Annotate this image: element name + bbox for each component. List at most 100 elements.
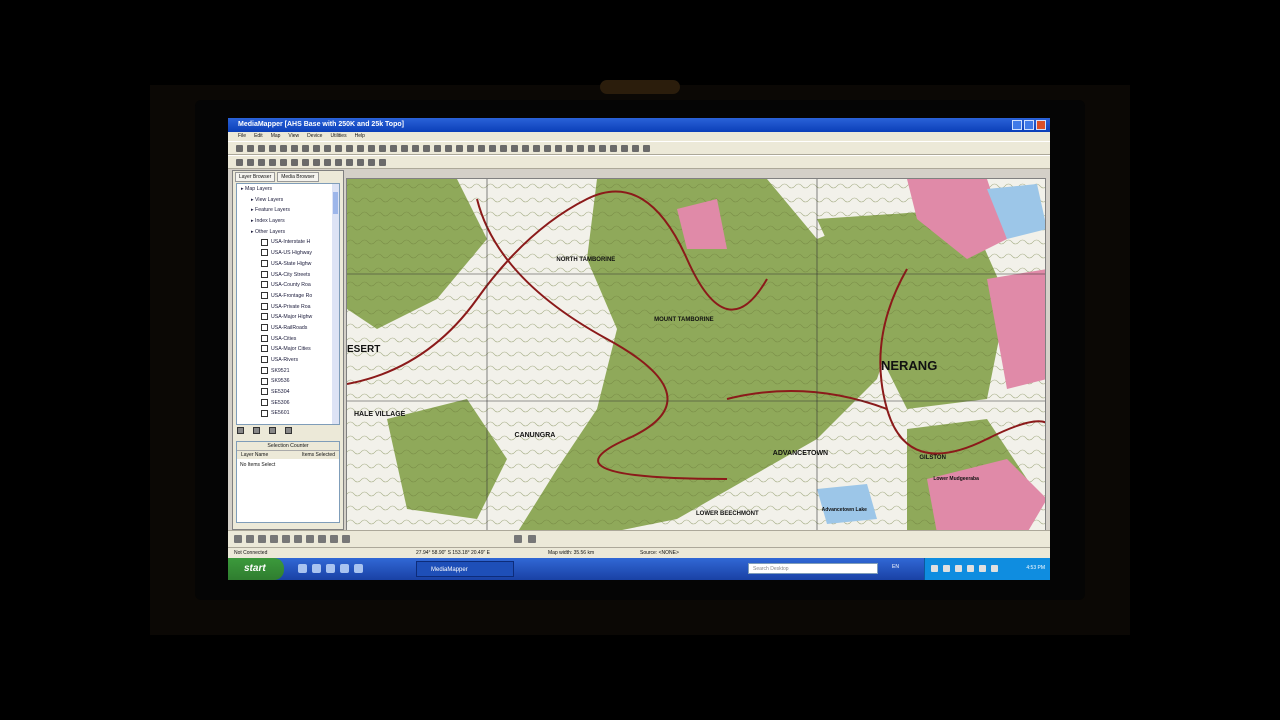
layer-item[interactable]: USA-State Highw <box>237 259 339 270</box>
layer-item[interactable]: USA-Major Cities <box>237 344 339 355</box>
layer-checkbox[interactable] <box>261 249 268 257</box>
tray-icon[interactable] <box>991 565 998 572</box>
toolbar-tool-icon[interactable] <box>511 145 518 152</box>
toolbar-tool-icon[interactable] <box>544 145 551 152</box>
layer-item[interactable]: SK9521 <box>237 366 339 377</box>
layer-item[interactable]: ▸ Feature Layers <box>237 205 339 216</box>
layer-checkbox[interactable] <box>261 388 268 396</box>
column-layer-name[interactable]: Layer Name <box>241 451 268 459</box>
layer-checkbox[interactable] <box>261 238 268 246</box>
layer-item[interactable]: USA-Interstate H <box>237 237 339 248</box>
start-button[interactable]: start <box>228 558 284 580</box>
layer-item[interactable]: USA-Frontage Ro <box>237 291 339 302</box>
close-button[interactable] <box>1036 120 1046 130</box>
menu-item-utilities[interactable]: Utilities <box>330 132 346 141</box>
toolbar-tool-icon[interactable] <box>434 145 441 152</box>
toolbar-tool-icon[interactable] <box>247 145 254 152</box>
tab-media-browser[interactable]: Media Browser <box>277 172 319 182</box>
toolbar-tool-icon[interactable] <box>324 159 331 166</box>
toolbar-tool-icon[interactable] <box>236 145 243 152</box>
toolbar-tool-icon[interactable] <box>247 159 254 166</box>
toolbar-tool-icon[interactable] <box>588 145 595 152</box>
toolbar-tool-icon[interactable] <box>357 145 364 152</box>
toolbar-tool-icon[interactable] <box>599 145 606 152</box>
toolbar-tool-icon[interactable] <box>291 145 298 152</box>
desktop-search-input[interactable]: Search Desktop <box>748 563 878 574</box>
navigation-button[interactable] <box>330 535 338 543</box>
menu-item-device[interactable]: Device <box>307 132 322 141</box>
toolbar-tool-icon[interactable] <box>577 145 584 152</box>
map-tool-icon[interactable] <box>528 535 536 543</box>
sort-icon[interactable] <box>285 427 292 434</box>
toolbar-tool-icon[interactable] <box>643 145 650 152</box>
navigation-button[interactable] <box>270 535 278 543</box>
tray-icon[interactable] <box>979 565 986 572</box>
toolbar-tool-icon[interactable] <box>478 145 485 152</box>
layer-checkbox[interactable] <box>261 334 268 342</box>
quicklaunch-icon[interactable] <box>340 564 349 573</box>
quicklaunch-icon[interactable] <box>354 564 363 573</box>
toolbar-tool-icon[interactable] <box>632 145 639 152</box>
language-indicator[interactable]: EN <box>892 564 899 570</box>
layer-item[interactable]: SE5304 <box>237 387 339 398</box>
menu-item-edit[interactable]: Edit <box>254 132 263 141</box>
toolbar-tool-icon[interactable] <box>368 145 375 152</box>
toolbar-tool-icon[interactable] <box>401 145 408 152</box>
toolbar-tool-icon[interactable] <box>258 159 265 166</box>
toolbar-tool-icon[interactable] <box>621 145 628 152</box>
toolbar-tool-icon[interactable] <box>456 145 463 152</box>
toolbar-tool-icon[interactable] <box>335 159 342 166</box>
layer-item[interactable]: ▸ Index Layers <box>237 216 339 227</box>
toolbar-tool-icon[interactable] <box>280 145 287 152</box>
toolbar-tool-icon[interactable] <box>357 159 364 166</box>
toolbar-tool-icon[interactable] <box>610 145 617 152</box>
toolbar-tool-icon[interactable] <box>291 159 298 166</box>
layer-item[interactable]: ▸ View Layers <box>237 195 339 206</box>
layer-item[interactable]: ▸ Map Layers <box>237 184 339 195</box>
layer-item[interactable]: USA-County Roa <box>237 280 339 291</box>
layer-item[interactable]: SE5601 <box>237 408 339 419</box>
tray-icon[interactable] <box>967 565 974 572</box>
quicklaunch-icon[interactable] <box>326 564 335 573</box>
toolbar-tool-icon[interactable] <box>346 145 353 152</box>
toolbar-tool-icon[interactable] <box>269 145 276 152</box>
toolbar-tool-icon[interactable] <box>445 145 452 152</box>
toolbar-tool-icon[interactable] <box>467 145 474 152</box>
layer-item[interactable]: USA-Rivers <box>237 355 339 366</box>
column-items-selected[interactable]: Items Selected <box>302 451 335 459</box>
toolbar-tool-icon[interactable] <box>368 159 375 166</box>
layer-checkbox[interactable] <box>261 377 268 385</box>
layer-checkbox[interactable] <box>261 281 268 289</box>
toolbar-tool-icon[interactable] <box>346 159 353 166</box>
quicklaunch-icon[interactable] <box>312 564 321 573</box>
toolbar-tool-icon[interactable] <box>555 145 562 152</box>
layer-item[interactable]: USA-US Highway <box>237 248 339 259</box>
toolbar-tool-icon[interactable] <box>302 159 309 166</box>
menu-item-file[interactable]: File <box>238 132 246 141</box>
layer-tool-icon[interactable] <box>237 427 244 434</box>
layer-checkbox[interactable] <box>261 366 268 374</box>
layer-tool-icon[interactable] <box>269 427 276 434</box>
navigation-button[interactable] <box>282 535 290 543</box>
layer-item[interactable]: USA-Private Roa <box>237 302 339 313</box>
toolbar-tool-icon[interactable] <box>533 145 540 152</box>
toolbar-tool-icon[interactable] <box>412 145 419 152</box>
layer-checkbox[interactable] <box>261 259 268 267</box>
layer-checkbox[interactable] <box>261 356 268 364</box>
toolbar-tool-icon[interactable] <box>313 159 320 166</box>
toolbar-tool-icon[interactable] <box>423 145 430 152</box>
layer-item[interactable]: SE5306 <box>237 398 339 409</box>
toolbar-tool-icon[interactable] <box>280 159 287 166</box>
navigation-button[interactable] <box>318 535 326 543</box>
maximize-button[interactable] <box>1024 120 1034 130</box>
toolbar-tool-icon[interactable] <box>566 145 573 152</box>
layer-item[interactable]: USA-City Streets <box>237 270 339 281</box>
layer-checkbox[interactable] <box>261 345 268 353</box>
navigation-button[interactable] <box>234 535 242 543</box>
quicklaunch-icon[interactable] <box>298 564 307 573</box>
toolbar-tool-icon[interactable] <box>390 145 397 152</box>
navigation-button[interactable] <box>246 535 254 543</box>
layer-tool-icon[interactable] <box>253 427 260 434</box>
tray-icon[interactable] <box>931 565 938 572</box>
toolbar-tool-icon[interactable] <box>489 145 496 152</box>
